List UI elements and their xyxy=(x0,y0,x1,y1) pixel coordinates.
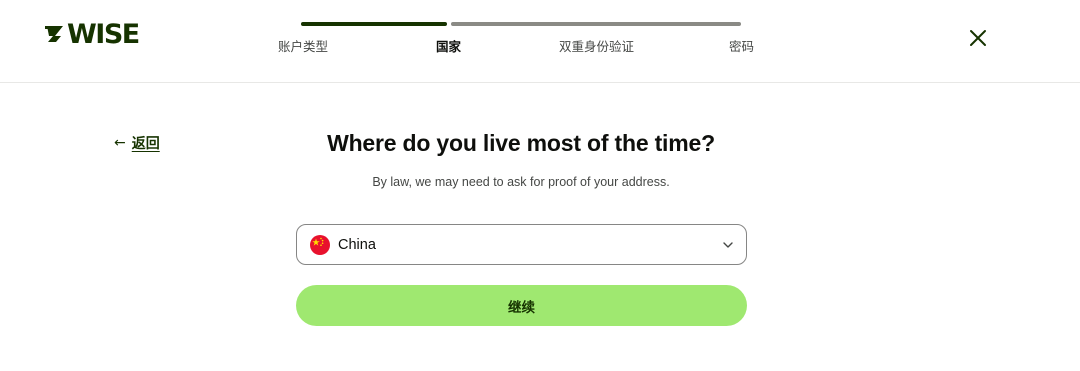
step-country: 国家 xyxy=(436,39,462,54)
progress-bar xyxy=(301,22,741,26)
page-title: Where do you live most of the time? xyxy=(327,130,715,156)
top-header: WISE 账户类型 国家 双重身份验证 密码 xyxy=(0,0,1080,83)
continue-label: 继续 xyxy=(508,299,535,316)
continue-button[interactable]: 继续 xyxy=(296,285,747,326)
country-select[interactable]: China xyxy=(296,224,747,265)
page-subtitle: By law, we may need to ask for proof of … xyxy=(372,175,670,189)
step-two-factor: 双重身份验证 xyxy=(559,39,635,54)
wise-logo[interactable]: WISE xyxy=(44,18,140,50)
step-account-type: 账户类型 xyxy=(278,39,329,54)
close-button[interactable] xyxy=(964,24,992,52)
signup-stepper: 账户类型 国家 双重身份验证 密码 xyxy=(270,20,770,60)
progress-completed xyxy=(301,22,447,26)
step-password: 密码 xyxy=(729,39,755,54)
logo-wordmark: WISE xyxy=(67,18,140,50)
chevron-down-icon xyxy=(723,242,733,248)
close-icon xyxy=(970,30,986,46)
progress-remaining xyxy=(451,22,741,26)
wise-flag-icon xyxy=(45,26,63,42)
china-flag-icon xyxy=(310,234,330,255)
selected-country: China xyxy=(338,236,376,253)
